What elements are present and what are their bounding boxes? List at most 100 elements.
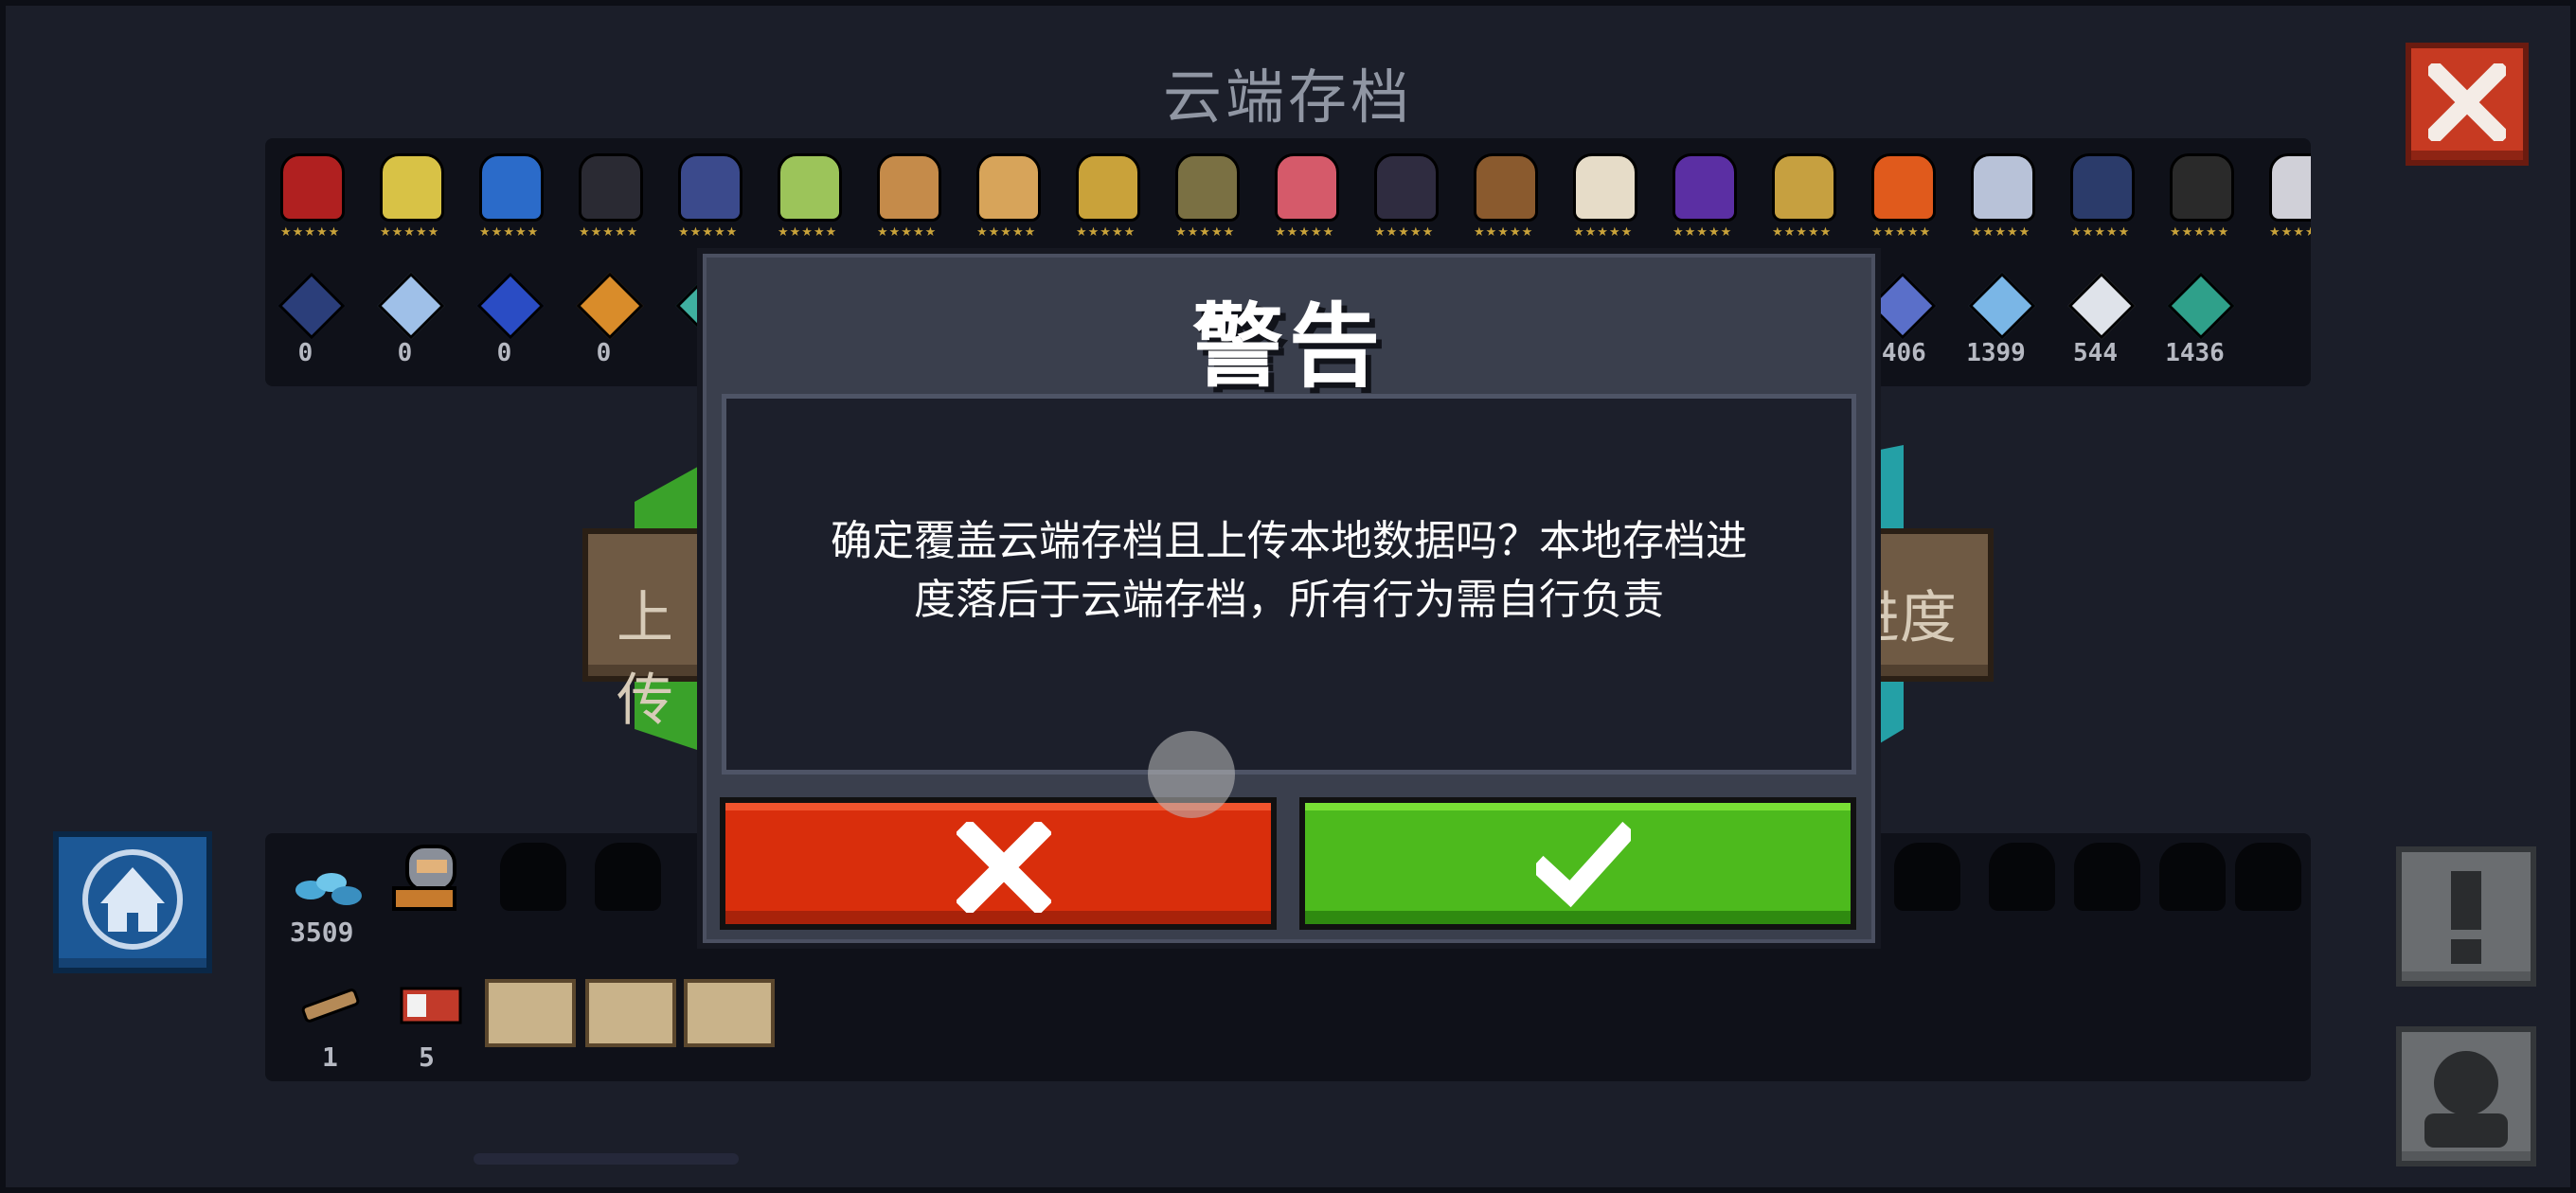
- material-count: 1399: [1966, 339, 2026, 367]
- material-card: [684, 979, 775, 1047]
- dialog-body: 确定覆盖云端存档且上传本地数据吗？本地存档进 度落后于云端存档，所有行为需自行负…: [722, 394, 1856, 775]
- character-portrait[interactable]: ★★★★★: [852, 138, 952, 259]
- page-title: 云端存档: [1162, 62, 1413, 132]
- character-portrait[interactable]: ★★★★★: [1051, 138, 1151, 259]
- material-count: 0: [397, 339, 413, 367]
- character-stars: ★★★★★: [1772, 225, 1833, 240]
- gem-pile-icon: [295, 873, 362, 905]
- character-stars: ★★★★★: [877, 225, 938, 240]
- character-sprite: [479, 153, 544, 222]
- character-stars: ★★★★★: [778, 225, 838, 240]
- character-sprite: [2269, 153, 2311, 222]
- character-sprite: [579, 153, 643, 222]
- character-stars: ★★★★★: [1871, 225, 1932, 240]
- character-stars: ★★★★★: [579, 225, 639, 240]
- material-item: 1399: [1946, 269, 2046, 386]
- alert-button[interactable]: [2396, 846, 2536, 987]
- character-stars: ★★★★★: [678, 225, 739, 240]
- material-count: 0: [596, 339, 612, 367]
- material-item: 1436: [2145, 269, 2245, 386]
- character-stars: ★★★★★: [2070, 225, 2131, 240]
- character-portrait[interactable]: ★★★★★: [2145, 138, 2245, 259]
- close-button[interactable]: [2406, 43, 2529, 166]
- character-sprite: [877, 153, 941, 222]
- dialog-message-line: 确定覆盖云端存档且上传本地数据吗？本地存档进: [831, 517, 1747, 565]
- locked-character-silhouette: [2074, 843, 2140, 911]
- character-stars: ★★★★★: [976, 225, 1037, 240]
- character-portrait[interactable]: ★★★★★: [2245, 138, 2311, 259]
- material-gem-icon: [576, 272, 644, 340]
- character-sprite: [976, 153, 1041, 222]
- character-sprite: [1573, 153, 1637, 222]
- character-portrait[interactable]: ★★★★★: [355, 138, 455, 259]
- checkmark-icon: [1536, 822, 1631, 908]
- character-portrait[interactable]: ★★★★★: [2046, 138, 2145, 259]
- character-portrait[interactable]: ★★★★★: [554, 138, 653, 259]
- temple-badge-icon: [82, 849, 183, 950]
- locked-character-silhouette: [2159, 843, 2226, 911]
- scroll-indicator: [474, 1153, 739, 1165]
- character-sprite: [778, 153, 842, 222]
- badge-button[interactable]: [53, 831, 212, 973]
- knight-icon: [392, 845, 456, 911]
- character-portrait[interactable]: ★★★★★: [1151, 138, 1250, 259]
- material-count: 1436: [2165, 339, 2225, 367]
- material-gem-icon: [2167, 272, 2235, 340]
- material-item: 0: [355, 269, 455, 386]
- material-item: 544: [2046, 269, 2145, 386]
- character-sprite: [380, 153, 444, 222]
- material-gem-icon: [476, 272, 545, 340]
- character-stars: ★★★★★: [1474, 225, 1534, 240]
- character-portrait[interactable]: ★★★★★: [653, 138, 753, 259]
- dialog-message: 确定覆盖云端存档且上传本地数据吗？本地存档进 度落后于云端存档，所有行为需自行负…: [764, 512, 1814, 630]
- character-stars: ★★★★★: [1275, 225, 1335, 240]
- character-portrait[interactable]: ★★★★★: [1946, 138, 2046, 259]
- touch-indicator: [1148, 731, 1235, 818]
- character-portrait[interactable]: ★★★★★: [1350, 138, 1449, 259]
- character-sprite: [1275, 153, 1339, 222]
- exclamation-icon: [2451, 871, 2481, 964]
- card-count: 5: [419, 1042, 435, 1073]
- character-portrait[interactable]: ★★★★★: [1449, 138, 1548, 259]
- character-portrait[interactable]: ★★★★★: [1747, 138, 1847, 259]
- character-sprite: [1673, 153, 1737, 222]
- character-row: ★★★★★ ★★★★★ ★★★★★ ★★★★★ ★★★★★ ★★★★★ ★★★★★ ★★★★★…: [265, 138, 2311, 259]
- character-button[interactable]: [2396, 1026, 2536, 1166]
- locked-character-silhouette: [1894, 843, 1960, 911]
- character-stars: ★★★★★: [2170, 225, 2230, 240]
- character-portrait[interactable]: ★★★★★: [1648, 138, 1747, 259]
- material-gem-icon: [1968, 272, 2036, 340]
- character-sprite: [1871, 153, 1936, 222]
- character-portrait[interactable]: ★★★★★: [753, 138, 852, 259]
- material-item: 0: [455, 269, 554, 386]
- character-sprite: [1474, 153, 1538, 222]
- close-icon: [2428, 63, 2506, 141]
- material-gem-icon: [277, 272, 346, 340]
- material-count: 0: [297, 339, 313, 367]
- material-gem-icon: [2067, 272, 2136, 340]
- character-portrait[interactable]: ★★★★★: [952, 138, 1051, 259]
- character-silhouette-icon: [2424, 1051, 2508, 1148]
- wood-count: 1: [322, 1042, 338, 1073]
- character-portrait[interactable]: ★★★★★: [1250, 138, 1350, 259]
- character-stars: ★★★★★: [1175, 225, 1236, 240]
- character-portrait[interactable]: ★★★★★: [265, 138, 355, 259]
- material-gem-icon: [377, 272, 445, 340]
- character-portrait[interactable]: ★★★★★: [1548, 138, 1648, 259]
- character-stars: ★★★★★: [1573, 225, 1634, 240]
- character-sprite: [2070, 153, 2135, 222]
- locked-character-silhouette: [500, 843, 566, 911]
- character-stars: ★★★★★: [1374, 225, 1435, 240]
- character-sprite: [1076, 153, 1140, 222]
- character-sprite: [1374, 153, 1439, 222]
- character-portrait[interactable]: ★★★★★: [1847, 138, 1946, 259]
- material-count: 0: [496, 339, 512, 367]
- dialog-title: 警告: [1192, 294, 1386, 400]
- locked-character-silhouette: [595, 843, 661, 911]
- locked-character-silhouette: [2235, 843, 2301, 911]
- material-item: 0: [554, 269, 653, 386]
- character-portrait[interactable]: ★★★★★: [455, 138, 554, 259]
- locked-character-silhouette: [1989, 843, 2055, 911]
- confirm-button[interactable]: [1299, 797, 1856, 930]
- character-stars: ★★★★★: [380, 225, 440, 240]
